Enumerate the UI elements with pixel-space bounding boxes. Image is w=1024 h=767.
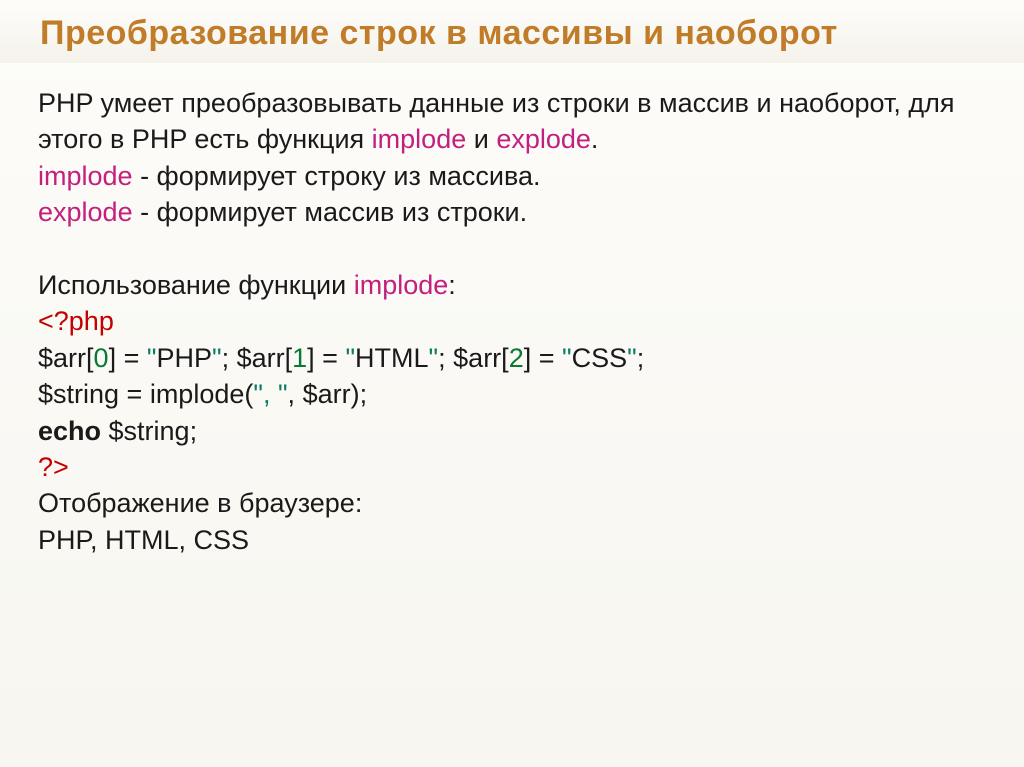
rb1: ] [307, 343, 315, 373]
usage-label: Использование функции implode: [38, 267, 986, 303]
code-echo-line: echo $string; [38, 413, 986, 449]
semi2: ; [637, 343, 645, 373]
arr-arg: $arr [303, 379, 351, 409]
val0: PHP [156, 343, 212, 373]
title-bar: Преобразование строк в массивы и наоборо… [0, 0, 1024, 63]
q2a: " [562, 343, 572, 373]
implode-definition: implode - формирует строку из массива. [38, 158, 986, 194]
lb1: [ [285, 343, 293, 373]
eq0: = [116, 343, 147, 373]
q1b: " [429, 343, 439, 373]
idx2: 2 [509, 343, 524, 373]
browser-output: PHP, HTML, CSS [38, 522, 986, 558]
slide: Преобразование строк в массивы и наоборо… [0, 0, 1024, 767]
lb2: [ [501, 343, 509, 373]
idx1: 1 [292, 343, 307, 373]
usage-prefix: Использование функции [38, 270, 354, 300]
code-implode-line: $string = implode(", ", $arr); [38, 376, 986, 412]
semi1: ; [438, 343, 453, 373]
eq2: = [531, 343, 562, 373]
browser-label: Отображение в браузере: [38, 485, 986, 521]
sep-quoted: ", " [253, 379, 287, 409]
semi0: ; [222, 343, 237, 373]
implode-close: ); [351, 379, 368, 409]
q2b: " [627, 343, 637, 373]
echo-arg: $string; [101, 416, 197, 446]
q1a: " [345, 343, 355, 373]
arr1-var: $arr [237, 343, 285, 373]
eq1: = [315, 343, 346, 373]
implode-name: implode [38, 161, 133, 191]
val2: CSS [572, 343, 628, 373]
implode-desc: - формирует строку из массива. [133, 161, 541, 191]
arr0-var: $arr [38, 343, 86, 373]
intro-and: и [466, 124, 496, 154]
php-close: ?> [38, 452, 69, 482]
val1: HTML [355, 343, 429, 373]
explode-term: explode [496, 124, 591, 154]
rb0: ] [109, 343, 117, 373]
slide-title: Преобразование строк в массивы и наоборо… [40, 14, 984, 53]
code-open-tag: <?php [38, 303, 986, 339]
implode-term: implode [372, 124, 467, 154]
comma-sep: , [288, 379, 303, 409]
usage-func: implode [354, 270, 449, 300]
php-open: <?php [38, 306, 114, 336]
explode-name: explode [38, 197, 133, 227]
lb0: [ [86, 343, 94, 373]
code-arr-line: $arr[0] = "PHP"; $arr[1] = "HTML"; $arr[… [38, 340, 986, 376]
intro-paragraph: PHP умеет преобразовывать данные из стро… [38, 85, 986, 158]
q0b: " [212, 343, 222, 373]
string-var: $string [38, 379, 119, 409]
echo-kw: echo [38, 416, 101, 446]
implode-prefix: = implode( [119, 379, 253, 409]
explode-desc: - формирует массив из строки. [133, 197, 528, 227]
explode-definition: explode - формирует массив из строки. [38, 194, 986, 230]
arr2-var: $arr [453, 343, 501, 373]
intro-period: . [591, 124, 599, 154]
idx0: 0 [94, 343, 109, 373]
q0a: " [147, 343, 157, 373]
slide-content: PHP умеет преобразовывать данные из стро… [0, 63, 1024, 558]
usage-colon: : [448, 270, 456, 300]
code-close-tag: ?> [38, 449, 986, 485]
